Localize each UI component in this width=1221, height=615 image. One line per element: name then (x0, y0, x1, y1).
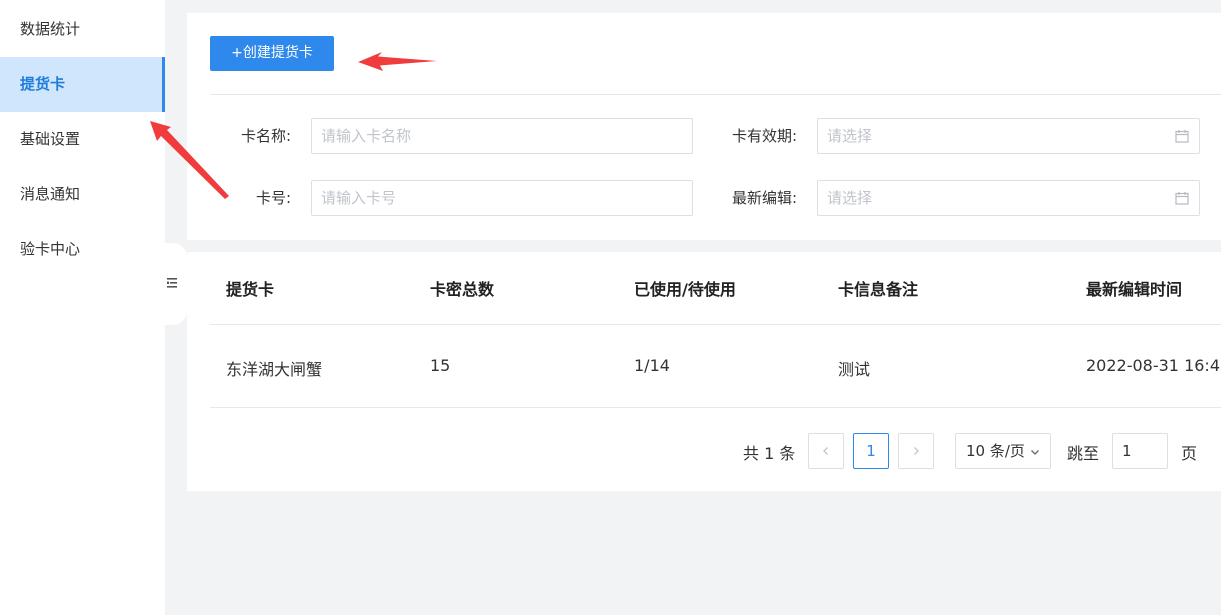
sidebar-item-label: 提货卡 (20, 75, 66, 93)
prev-page-button[interactable] (808, 433, 844, 469)
cell-total: 15 (430, 356, 451, 375)
jump-label: 跳至 (1067, 444, 1100, 463)
card-name-input[interactable]: 请输入卡名称 (311, 118, 693, 154)
card-no-input[interactable]: 请输入卡号 (311, 180, 693, 216)
sidebar-item-label: 数据统计 (20, 20, 81, 38)
last-edit-date-picker[interactable]: 请选择 (817, 180, 1200, 216)
sidebar-item-label: 消息通知 (20, 185, 81, 203)
jump-page-input[interactable]: 1 (1112, 433, 1168, 469)
sidebar-item-pickup-card[interactable]: 提货卡 (0, 57, 165, 112)
validity-placeholder: 请选择 (827, 127, 873, 145)
page-suffix: 页 (1181, 444, 1198, 463)
card-no-placeholder: 请输入卡号 (321, 189, 397, 207)
filter-panel: +创建提货卡 卡名称: 请输入卡名称 卡有效期: 请选择 卡号: 请输入卡号 最… (187, 13, 1221, 240)
sidebar-item-card-verification[interactable]: 验卡中心 (0, 222, 165, 277)
chevron-down-icon (1031, 450, 1039, 455)
card-no-label: 卡号: (255, 189, 291, 207)
menu-fold-icon (167, 278, 177, 288)
header-divider (210, 324, 1221, 325)
column-header-remark: 卡信息备注 (838, 280, 919, 299)
sidebar-item-label: 验卡中心 (20, 240, 81, 258)
sidebar-item-basic-settings[interactable]: 基础设置 (0, 112, 165, 167)
sidebar-collapse-toggle[interactable] (165, 243, 187, 325)
page-size-value: 10 条/页 (966, 442, 1025, 460)
card-name-label: 卡名称: (240, 127, 291, 145)
sidebar-item-label: 基础设置 (20, 130, 81, 148)
cell-used: 1/14 (634, 356, 670, 375)
chevron-right-icon (914, 447, 919, 455)
next-page-button[interactable] (898, 433, 934, 469)
sidebar: 数据统计 提货卡 基础设置 消息通知 验卡中心 (0, 0, 165, 615)
page-size-select[interactable]: 10 条/页 (955, 433, 1051, 469)
column-header-card: 提货卡 (226, 280, 275, 299)
calendar-icon (1175, 192, 1189, 205)
card-name-placeholder: 请输入卡名称 (321, 127, 412, 145)
pagination-total: 共 1 条 (743, 444, 796, 463)
sidebar-item-statistics[interactable]: 数据统计 (0, 2, 165, 57)
column-header-total: 卡密总数 (430, 280, 495, 299)
calendar-icon (1175, 130, 1189, 143)
sidebar-item-notifications[interactable]: 消息通知 (0, 167, 165, 222)
column-header-edit-time: 最新编辑时间 (1086, 280, 1183, 299)
cell-card-name[interactable]: 东洋湖大闸蟹 (226, 356, 322, 380)
create-pickup-card-button[interactable]: +创建提货卡 (210, 36, 334, 71)
validity-label: 卡有效期: (731, 127, 797, 145)
chevron-left-icon (823, 447, 828, 455)
last-edit-label: 最新编辑: (731, 189, 797, 207)
validity-date-picker[interactable]: 请选择 (817, 118, 1200, 154)
cell-edit-time: 2022-08-31 16:47:4 (1086, 356, 1221, 375)
last-edit-placeholder: 请选择 (827, 189, 873, 207)
row-divider (210, 407, 1221, 408)
divider (210, 94, 1221, 95)
page-1-button[interactable]: 1 (853, 433, 889, 469)
pickup-card-table: 提货卡 卡密总数 已使用/待使用 卡信息备注 最新编辑时间 东洋湖大闸蟹 15 … (187, 252, 1221, 491)
cell-remark: 测试 (838, 360, 871, 379)
column-header-used: 已使用/待使用 (634, 280, 736, 299)
